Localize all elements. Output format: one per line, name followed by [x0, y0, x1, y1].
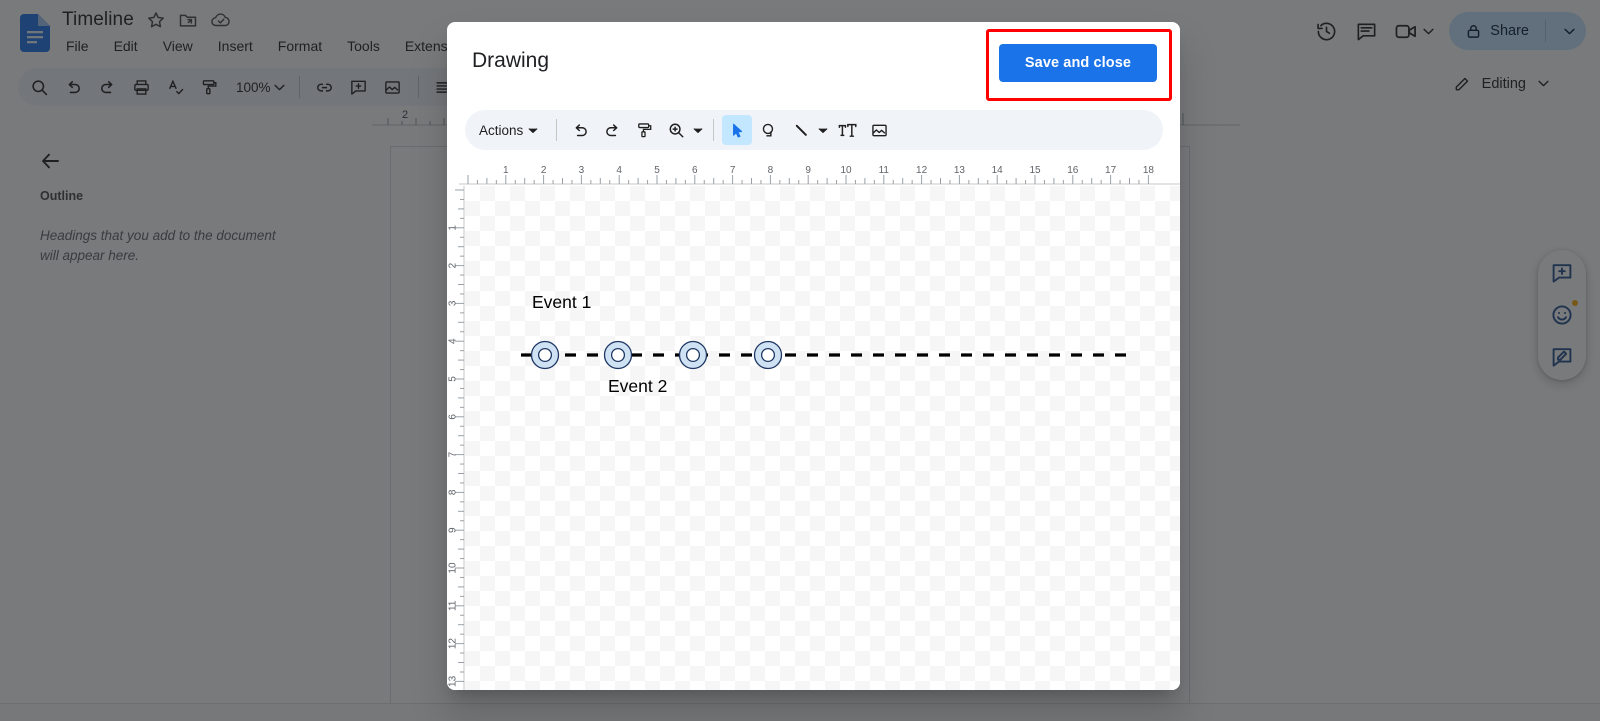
svg-text:18: 18: [1143, 165, 1155, 176]
image-tool-icon[interactable]: [864, 115, 894, 145]
svg-text:4: 4: [616, 165, 622, 176]
svg-text:7: 7: [730, 165, 736, 176]
horizontal-ruler-ticks: 1 2 3 4 5 6 7 8 9 10 11 12 13 14 15 16 17 18: [459, 165, 1180, 185]
text-box-icon[interactable]: [832, 115, 862, 145]
svg-text:11: 11: [448, 600, 459, 611]
line-tool-icon[interactable]: [786, 115, 816, 145]
screen: Timeline: [0, 0, 1600, 721]
svg-text:Event 1: Event 1: [532, 292, 591, 312]
vertical-ruler-ticks: 12345678910111213: [448, 186, 465, 690]
divider: [713, 119, 715, 141]
svg-text:5: 5: [448, 376, 459, 382]
svg-text:1: 1: [503, 165, 509, 176]
undo-icon[interactable]: [565, 115, 595, 145]
select-tool-icon[interactable]: [722, 115, 753, 145]
line-tool-group[interactable]: [786, 115, 830, 145]
svg-text:Event 2: Event 2: [608, 376, 667, 396]
svg-text:1: 1: [448, 225, 459, 231]
svg-text:12: 12: [916, 165, 928, 176]
shape-tool-icon[interactable]: [754, 115, 784, 145]
drawing-horizontal-ruler[interactable]: 1 2 3 4 5 6 7 8 9 10 11 12 13 14 15 16 17 18: [459, 162, 1180, 186]
actions-menu-button[interactable]: Actions: [471, 115, 548, 145]
svg-text:10: 10: [840, 165, 852, 176]
drawing-dialog: Drawing Save and close Actions 1 2 3 4 5…: [447, 22, 1180, 690]
drawing-toolbar: Actions: [465, 110, 1163, 150]
svg-text:4: 4: [448, 338, 459, 344]
svg-text:9: 9: [805, 165, 811, 176]
dialog-title: Drawing: [472, 49, 550, 72]
svg-text:6: 6: [692, 165, 698, 176]
drawing-vertical-ruler[interactable]: 1 2 3 4 5 6 7 8 9 10 11 12 13: [447, 186, 465, 690]
drawing-canvas-area: 1 2 3 4 5 6 7 8 9 10 11 12 13 14 15 16 17 18 1 2 3 4 5 6 7 8 9 10 1…: [447, 162, 1180, 690]
svg-text:9: 9: [448, 527, 459, 533]
svg-text:13: 13: [448, 675, 459, 687]
chevron-down-icon[interactable]: [526, 127, 540, 134]
svg-text:3: 3: [448, 300, 459, 306]
svg-text:16: 16: [1067, 165, 1079, 176]
svg-text:3: 3: [579, 165, 585, 176]
svg-text:12: 12: [448, 638, 459, 650]
svg-text:17: 17: [1105, 165, 1117, 176]
svg-text:13: 13: [954, 165, 966, 176]
svg-text:10: 10: [448, 562, 459, 574]
zoom-icon[interactable]: [661, 115, 691, 145]
timeline-drawing[interactable]: Event 1 Event 2: [465, 186, 1180, 690]
chevron-down-icon[interactable]: [691, 127, 705, 134]
svg-text:8: 8: [768, 165, 774, 176]
svg-text:8: 8: [448, 489, 459, 495]
paint-format-icon[interactable]: [629, 115, 659, 145]
divider: [556, 119, 558, 141]
svg-text:15: 15: [1029, 165, 1041, 176]
svg-text:11: 11: [879, 165, 890, 176]
save-and-close-button[interactable]: Save and close: [999, 44, 1157, 82]
redo-icon[interactable]: [597, 115, 627, 145]
svg-text:2: 2: [448, 262, 459, 268]
svg-text:2: 2: [541, 165, 547, 176]
svg-text:7: 7: [448, 451, 459, 457]
actions-label: Actions: [479, 122, 524, 138]
svg-text:14: 14: [992, 165, 1004, 176]
svg-text:6: 6: [448, 414, 459, 420]
svg-text:5: 5: [654, 165, 660, 176]
zoom-tool-group[interactable]: [661, 115, 705, 145]
chevron-down-icon[interactable]: [816, 127, 830, 134]
drawing-canvas[interactable]: Event 1 Event 2: [465, 186, 1180, 690]
